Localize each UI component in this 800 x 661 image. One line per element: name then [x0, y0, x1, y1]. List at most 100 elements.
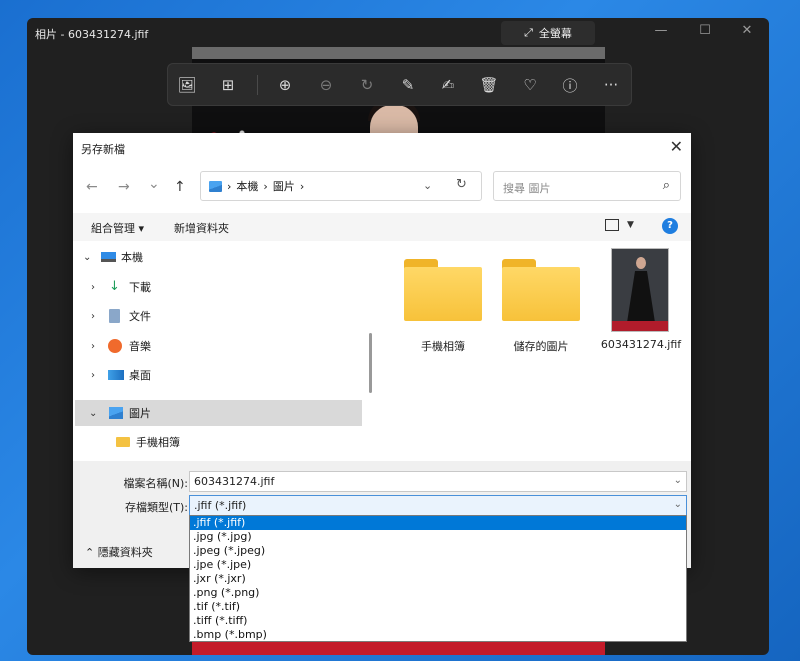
filmstrip-icon[interactable]: ⊞ [216, 73, 240, 97]
computer-icon [101, 252, 116, 262]
dialog-title: 另存新檔 [81, 143, 125, 156]
address-dropdown-icon[interactable]: ⌄ [423, 179, 432, 192]
filetype-value: .jfif (*.jfif) [194, 499, 247, 512]
tree-item-this-pc[interactable]: ⌄ 本機 [73, 244, 363, 270]
zoom-in-icon[interactable]: ⊕ [273, 73, 297, 97]
save-as-dialog: 另存新檔 ✕ ← → ⌄ ↑ › 本機 › 圖片 › ⌄ ↻ 搜尋 圖片 ⌕ 組… [73, 133, 691, 568]
organize-button[interactable]: 組合管理 ▾ [91, 220, 144, 236]
dropdown-option[interactable]: .jpeg (*.jpeg) [190, 544, 686, 558]
file-name[interactable]: 儲存的圖片 [491, 338, 591, 354]
navigation-scrollbar[interactable] [369, 333, 372, 393]
filename-field[interactable]: 603431274.jfif ⌄ [189, 471, 687, 492]
dropdown-option[interactable]: .png (*.png) [190, 586, 686, 600]
dropdown-option[interactable]: .jpe (*.jpe) [190, 558, 686, 572]
window-title: 相片 - 603431274.jfif [35, 28, 149, 41]
filetype-dropdown-list: .jfif (*.jfif) .jpg (*.jpg) .jpeg (*.jpe… [189, 515, 687, 642]
dropdown-option[interactable]: .tiff (*.tiff) [190, 614, 686, 628]
toolbar-divider [257, 75, 258, 95]
filetype-select[interactable]: .jfif (*.jfif) ⌄ [189, 495, 687, 516]
zoom-out-icon[interactable]: ⊖ [314, 73, 338, 97]
gallery-icon[interactable]: 🖼 [175, 73, 199, 97]
chevron-down-icon[interactable]: ⌄ [674, 475, 682, 486]
photo-toolbar: 🖼 ⊞ ⊕ ⊖ ↻ ✎ ✍ 🗑 ♡ ⓘ ··· [167, 63, 632, 106]
tree-label: 文件 [129, 310, 151, 323]
new-folder-button[interactable]: 新增資料夾 [174, 220, 229, 236]
desktop-icon [108, 370, 124, 380]
chevron-down-icon[interactable]: ⌄ [83, 252, 91, 263]
search-icon: ⌕ [662, 178, 670, 193]
dropdown-option[interactable]: .bmp (*.bmp) [190, 628, 686, 642]
tree-label: 手機相簿 [136, 436, 180, 449]
search-placeholder: 搜尋 圖片 [503, 182, 551, 195]
view-mode-icon[interactable] [605, 219, 619, 231]
tree-item-phone-album[interactable]: 手機相簿 [73, 429, 363, 455]
draw-icon[interactable]: ✍ [436, 73, 460, 97]
tree-label: 圖片 [129, 407, 151, 420]
help-icon[interactable]: ? [662, 218, 678, 234]
filename-label: 檔案名稱(N): [123, 477, 188, 490]
refresh-icon[interactable]: ↻ [456, 177, 467, 192]
info-icon[interactable]: ⓘ [558, 73, 582, 97]
tree-item-music[interactable]: › 音樂 [73, 333, 363, 359]
tree-item-downloads[interactable]: › ↓ 下載 [73, 274, 363, 300]
up-folder-icon[interactable]: ↑ [174, 179, 186, 195]
view-dropdown-icon[interactable]: ▼ [627, 220, 634, 230]
delete-icon[interactable]: 🗑 [477, 73, 501, 97]
chevron-right-icon[interactable]: › [91, 311, 95, 322]
search-input[interactable]: 搜尋 圖片 ⌕ [493, 171, 681, 201]
breadcrumb-this-pc[interactable]: 本機 [236, 178, 258, 194]
tree-label: 本機 [121, 251, 143, 264]
image-thumbnail[interactable] [611, 248, 669, 332]
dropdown-option[interactable]: .jxr (*.jxr) [190, 572, 686, 586]
title-bar: 相片 - 603431274.jfif ⤢ 全螢幕 — ☐ ✕ [27, 18, 769, 48]
pictures-icon [209, 180, 222, 192]
rotate-icon[interactable]: ↻ [355, 73, 379, 97]
dropdown-option[interactable]: .jfif (*.jfif) [190, 516, 686, 530]
forward-icon[interactable]: → [118, 179, 130, 195]
filename-value: 603431274.jfif [194, 475, 275, 488]
folder-icon[interactable] [502, 259, 580, 323]
folder-icon [116, 437, 130, 447]
documents-icon [109, 309, 120, 323]
file-name[interactable]: 手機相簿 [393, 338, 493, 354]
chevron-right-icon[interactable]: › [91, 341, 95, 352]
chevron-down-icon[interactable]: ⌄ [89, 408, 97, 419]
close-button[interactable]: ✕ [732, 23, 762, 38]
breadcrumb-pictures[interactable]: 圖片 [273, 178, 295, 194]
favorite-icon[interactable]: ♡ [518, 73, 542, 97]
fullscreen-button[interactable]: ⤢ 全螢幕 [501, 21, 595, 45]
chevron-right-icon[interactable]: › [91, 282, 95, 293]
breadcrumb-sep: › [263, 179, 268, 193]
pictures-icon [109, 407, 123, 419]
dialog-close-icon[interactable]: ✕ [670, 137, 683, 156]
recent-locations-icon[interactable]: ⌄ [148, 176, 160, 192]
edit-icon[interactable]: ✎ [396, 73, 420, 97]
tree-label: 桌面 [129, 369, 151, 382]
file-name[interactable]: 603431274.jfif [593, 338, 689, 351]
tree-item-desktop[interactable]: › 桌面 [73, 362, 363, 388]
expand-icon: ⤢ [524, 26, 533, 39]
dropdown-option[interactable]: .tif (*.tif) [190, 600, 686, 614]
tree-item-documents[interactable]: › 文件 [73, 303, 363, 329]
hide-folders-button[interactable]: ⌃ 隱藏資料夾 [85, 544, 153, 560]
fullscreen-label: 全螢幕 [538, 27, 572, 40]
maximize-button[interactable]: ☐ [690, 23, 720, 38]
breadcrumb-sep: › [299, 179, 305, 193]
breadcrumb-sep: › [227, 179, 232, 193]
address-bar[interactable]: › 本機 › 圖片 › [200, 171, 482, 201]
chevron-right-icon[interactable]: › [91, 370, 95, 381]
navigation-pane: ⌄ 本機 › ↓ 下載 › 文件 › 音樂 › 桌面 ⌄ 圖片 手機相簿 [73, 241, 370, 461]
dropdown-option[interactable]: .jpg (*.jpg) [190, 530, 686, 544]
tree-label: 下載 [129, 281, 151, 294]
music-icon [108, 339, 122, 353]
folder-icon[interactable] [404, 259, 482, 323]
download-icon: ↓ [109, 279, 120, 294]
tree-label: 音樂 [129, 340, 151, 353]
command-bar: 組合管理 ▾ 新增資料夾 ▼ ? [73, 213, 691, 241]
chevron-down-icon[interactable]: ⌄ [674, 499, 682, 510]
more-icon[interactable]: ··· [599, 73, 623, 97]
tree-item-pictures[interactable]: ⌄ 圖片 [75, 400, 362, 426]
back-icon[interactable]: ← [86, 179, 98, 195]
filetype-label: 存檔類型(T): [124, 501, 188, 514]
minimize-button[interactable]: — [646, 23, 676, 38]
